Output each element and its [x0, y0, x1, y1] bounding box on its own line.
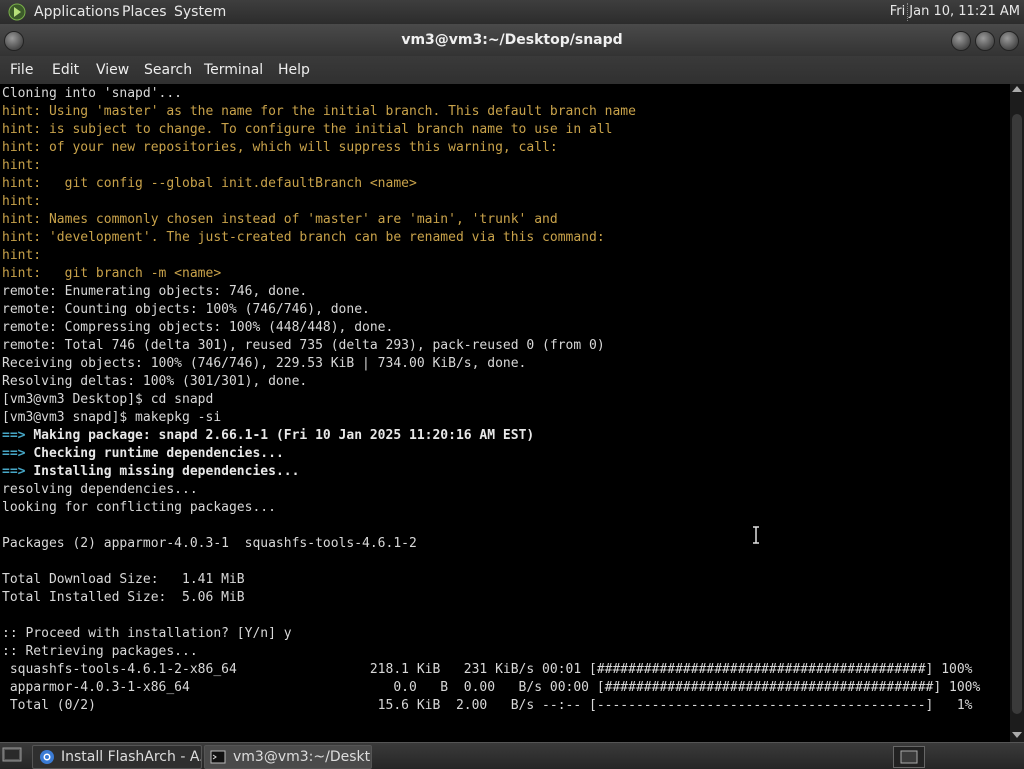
- window-title: vm3@vm3:~/Desktop/snapd: [401, 32, 623, 48]
- terminal-line: [vm3@vm3 Desktop]$ cd snapd: [2, 392, 214, 407]
- browser-icon: [40, 750, 54, 764]
- menu-file[interactable]: File: [10, 56, 33, 84]
- terminal-line: looking for conflicting packages...: [2, 500, 276, 515]
- arrow-prefix: ==>: [2, 446, 34, 461]
- terminal-line: :: Retrieving packages...: [2, 644, 198, 659]
- text-cursor-icon: [753, 526, 759, 544]
- terminal-lines: Cloning into 'snapd'... hint: Using 'mast…: [2, 85, 1008, 715]
- terminal-line: [vm3@vm3 snapd]$ makepkg -si: [2, 410, 222, 425]
- terminal-line: hint:: [2, 248, 42, 263]
- menu-search[interactable]: Search: [144, 56, 192, 84]
- terminal-line: hint: of your new repositories, which wi…: [2, 140, 558, 155]
- workspace-icon: [900, 750, 918, 764]
- system-menu[interactable]: System: [174, 0, 226, 24]
- window-titlebar[interactable]: vm3@vm3:~/Desktop/snapd: [0, 24, 1024, 56]
- status-message: Making package: snapd 2.66.1-1 (Fri 10 J…: [33, 428, 535, 443]
- taskbar-item-label: Install FlashArch - A...: [61, 749, 202, 765]
- terminal-line: Receiving objects: 100% (746/746), 229.5…: [2, 356, 527, 371]
- minimize-button[interactable]: [951, 31, 971, 51]
- close-button[interactable]: [999, 31, 1019, 51]
- terminal-line: Packages (2) apparmor-4.0.3-1 squashfs-t…: [2, 536, 417, 551]
- places-menu[interactable]: Places: [122, 0, 167, 24]
- clock[interactable]: Fri Jan 10, 11:21 AM: [890, 0, 1020, 24]
- terminal-line: Resolving deltas: 100% (301/301), done.: [2, 374, 308, 389]
- terminal-line: Cloning into 'snapd'...: [2, 86, 183, 101]
- menu-terminal[interactable]: Terminal: [204, 56, 263, 84]
- terminal-line: remote: Compressing objects: 100% (448/4…: [2, 320, 394, 335]
- terminal-output[interactable]: Cloning into 'snapd'... hint: Using 'mast…: [0, 84, 1010, 742]
- arrow-prefix: ==>: [2, 464, 34, 479]
- workspace-switcher[interactable]: [893, 746, 925, 768]
- menubar: File Edit View Search Terminal Help: [0, 56, 1024, 84]
- terminal-line: ==> Installing missing dependencies...: [2, 463, 1008, 481]
- terminal-line: resolving dependencies...: [2, 482, 198, 497]
- taskbar-item-browser[interactable]: Install FlashArch - A...: [32, 745, 202, 769]
- terminal-line: ==> Making package: snapd 2.66.1-1 (Fri …: [2, 427, 1008, 445]
- terminal-line: apparmor-4.0.3-1-x86_64 0.0 B 0.00 B/s 0…: [2, 680, 981, 695]
- terminal-line: hint: 'development'. The just-created br…: [2, 230, 605, 245]
- taskbar-item-terminal[interactable]: vm3@vm3:~/Deskt...: [204, 745, 372, 769]
- status-message: Checking runtime dependencies...: [33, 446, 284, 461]
- top-panel: Applications Places System Fri Jan 10, 1…: [0, 0, 1024, 24]
- terminal-line: hint: Names commonly chosen instead of '…: [2, 212, 558, 227]
- terminal-line: hint: Using 'master' as the name for the…: [2, 104, 636, 119]
- terminal-line: remote: Enumerating objects: 746, done.: [2, 284, 308, 299]
- terminal-line: :: Proceed with installation? [Y/n] y: [2, 626, 292, 641]
- arrow-prefix: ==>: [2, 428, 34, 443]
- show-desktop-icon[interactable]: [2, 746, 22, 764]
- status-message: Installing missing dependencies...: [33, 464, 300, 479]
- terminal-line: ==> Checking runtime dependencies...: [2, 445, 1008, 463]
- terminal-line: hint: git config --global init.defaultBr…: [2, 176, 417, 191]
- applications-logo-icon[interactable]: [8, 3, 26, 21]
- menu-view[interactable]: View: [96, 56, 129, 84]
- scroll-up-arrow-icon[interactable]: [1012, 86, 1022, 92]
- terminal-line: hint: git branch -m <name>: [2, 266, 222, 281]
- taskbar: Install FlashArch - A... vm3@vm3:~/Deskt…: [0, 742, 1024, 769]
- menu-help[interactable]: Help: [278, 56, 310, 84]
- maximize-button[interactable]: [975, 31, 995, 51]
- scroll-down-arrow-icon[interactable]: [1012, 732, 1022, 738]
- scrollbar-thumb[interactable]: [1012, 114, 1022, 714]
- terminal-line: Total Download Size: 1.41 MiB: [2, 572, 245, 587]
- taskbar-item-label: vm3@vm3:~/Deskt...: [233, 749, 372, 765]
- terminal-line: hint:: [2, 158, 42, 173]
- terminal-line: Total Installed Size: 5.06 MiB: [2, 590, 245, 605]
- terminal-line: remote: Counting objects: 100% (746/746)…: [2, 302, 370, 317]
- scrollbar[interactable]: [1010, 84, 1024, 742]
- terminal-line: squashfs-tools-4.6.1-2-x86_64 218.1 KiB …: [2, 662, 973, 677]
- terminal-line: Total (0/2) 15.6 KiB 2.00 B/s --:-- [---…: [2, 698, 973, 713]
- terminal-line: hint: is subject to change. To configure…: [2, 122, 613, 137]
- terminal-icon: [210, 750, 226, 764]
- terminal-line: hint:: [2, 194, 42, 209]
- applications-menu[interactable]: Applications: [34, 0, 120, 24]
- menu-edit[interactable]: Edit: [52, 56, 79, 84]
- terminal-line: remote: Total 746 (delta 301), reused 73…: [2, 338, 605, 353]
